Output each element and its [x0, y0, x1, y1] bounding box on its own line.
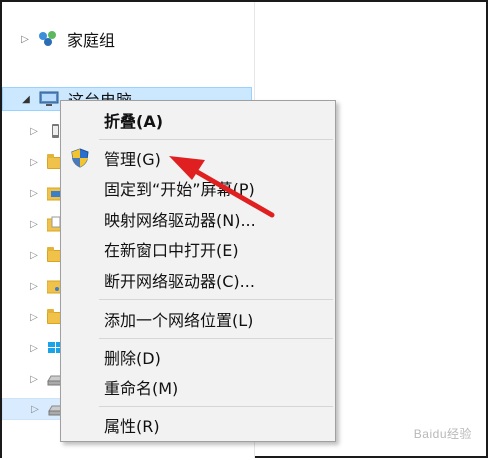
- menu-separator: [99, 139, 333, 140]
- menu-item-label: 属性(R): [104, 417, 160, 436]
- expand-arrow-icon[interactable]: ▷: [19, 34, 31, 45]
- menu-item-label: 在新窗口中打开(E): [104, 241, 239, 260]
- menu-item-properties[interactable]: 属性(R): [61, 410, 335, 440]
- menu-item-disconnect-network-drive[interactable]: 断开网络驱动器(C)...: [61, 265, 335, 295]
- expand-arrow-icon[interactable]: ▷: [30, 404, 40, 415]
- expand-arrow-icon[interactable]: ▷: [29, 157, 39, 168]
- menu-item-label: 折叠(A): [104, 112, 164, 131]
- collapse-arrow-icon[interactable]: ◢: [20, 94, 32, 105]
- expand-arrow-icon[interactable]: ▷: [29, 312, 39, 323]
- menu-item-manage[interactable]: 管理(G): [61, 143, 335, 173]
- menu-separator: [99, 299, 333, 300]
- menu-separator: [99, 338, 333, 339]
- tree-item-homegroup[interactable]: ▷ 家庭组: [2, 27, 252, 51]
- context-menu: 折叠(A) 管理(G) 固定到“开始”屏幕(P) 映射网络驱动器(N)... 在…: [60, 100, 336, 442]
- expand-arrow-icon[interactable]: ▷: [29, 188, 39, 199]
- computer-icon: [38, 90, 60, 108]
- expand-arrow-icon[interactable]: ▷: [29, 374, 39, 385]
- menu-item-label: 删除(D): [104, 349, 161, 368]
- menu-item-open-new-window[interactable]: 在新窗口中打开(E): [61, 234, 335, 264]
- expand-arrow-icon[interactable]: ▷: [29, 126, 39, 137]
- menu-item-pin-to-start[interactable]: 固定到“开始”屏幕(P): [61, 173, 335, 203]
- menu-item-label: 映射网络驱动器(N)...: [104, 211, 256, 230]
- menu-item-delete[interactable]: 删除(D): [61, 342, 335, 372]
- uac-shield-icon: [70, 148, 90, 168]
- menu-item-label: 添加一个网络位置(L): [104, 311, 254, 330]
- menu-item-label: 断开网络驱动器(C)...: [104, 272, 255, 291]
- menu-item-map-network-drive[interactable]: 映射网络驱动器(N)...: [61, 204, 335, 234]
- menu-item-label: 管理(G): [104, 150, 161, 169]
- menu-item-add-network-location[interactable]: 添加一个网络位置(L): [61, 304, 335, 334]
- menu-item-collapse[interactable]: 折叠(A): [61, 105, 335, 135]
- menu-separator: [99, 406, 333, 407]
- watermark: Baidu经验: [413, 427, 472, 441]
- expand-arrow-icon[interactable]: ▷: [29, 281, 39, 292]
- menu-item-label: 固定到“开始”屏幕(P): [104, 180, 255, 199]
- expand-arrow-icon[interactable]: ▷: [29, 250, 39, 261]
- expand-arrow-icon[interactable]: ▷: [29, 219, 39, 230]
- tree-item-label: 家庭组: [67, 31, 116, 50]
- expand-arrow-icon[interactable]: ▷: [29, 343, 39, 354]
- homegroup-icon: [37, 30, 59, 48]
- menu-item-rename[interactable]: 重命名(M): [61, 372, 335, 402]
- menu-item-label: 重命名(M): [104, 379, 179, 398]
